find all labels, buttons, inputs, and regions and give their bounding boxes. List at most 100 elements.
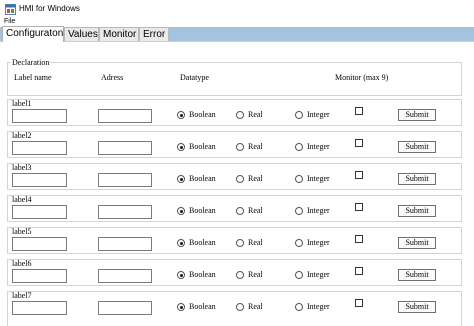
datatype-real-option[interactable]: Real [236, 109, 263, 121]
datatype-boolean-option[interactable]: Boolean [177, 109, 216, 121]
radio-real[interactable] [236, 239, 244, 247]
radio-integer[interactable] [295, 111, 303, 119]
radio-real[interactable] [236, 111, 244, 119]
radio-real[interactable] [236, 303, 244, 311]
declaration-group [7, 62, 462, 96]
monitor-checkbox[interactable] [355, 107, 363, 115]
radio-real-label: Real [248, 142, 263, 151]
window-title: HMI for Windows [19, 4, 80, 13]
header-datatype: Datatype [180, 73, 209, 82]
datatype-integer-option[interactable]: Integer [295, 301, 330, 313]
datatype-boolean-option[interactable]: Boolean [177, 269, 216, 281]
radio-integer[interactable] [295, 271, 303, 279]
monitor-checkbox[interactable] [355, 139, 363, 147]
variable-row-2: label2 Boolean Real Integer Submit [7, 131, 462, 158]
radio-real-label: Real [248, 270, 263, 279]
radio-boolean[interactable] [177, 303, 185, 311]
radio-integer[interactable] [295, 143, 303, 151]
submit-button[interactable]: Submit [398, 301, 436, 313]
address-input[interactable] [98, 237, 152, 251]
header-label-name: Label name [14, 73, 52, 82]
radio-real-label: Real [248, 206, 263, 215]
variable-row-6: label6 Boolean Real Integer Submit [7, 259, 462, 286]
address-input[interactable] [98, 301, 152, 315]
datatype-boolean-option[interactable]: Boolean [177, 173, 216, 185]
datatype-integer-option[interactable]: Integer [295, 237, 330, 249]
tab-error[interactable]: Error [139, 27, 169, 41]
monitor-checkbox[interactable] [355, 203, 363, 211]
radio-real-label: Real [248, 238, 263, 247]
submit-button[interactable]: Submit [398, 141, 436, 153]
address-input[interactable] [98, 269, 152, 283]
datatype-real-option[interactable]: Real [236, 141, 263, 153]
datatype-integer-option[interactable]: Integer [295, 173, 330, 185]
datatype-integer-option[interactable]: Integer [295, 269, 330, 281]
radio-boolean-label: Boolean [189, 142, 216, 151]
radio-integer[interactable] [295, 175, 303, 183]
radio-integer[interactable] [295, 239, 303, 247]
datatype-real-option[interactable]: Real [236, 205, 263, 217]
radio-integer[interactable] [295, 303, 303, 311]
radio-boolean[interactable] [177, 239, 185, 247]
row-label: label7 [12, 291, 32, 300]
submit-button[interactable]: Submit [398, 237, 436, 249]
address-input[interactable] [98, 109, 152, 123]
radio-real-label: Real [248, 302, 263, 311]
label-name-input[interactable] [12, 205, 67, 219]
variable-row-7: label7 Boolean Real Integer Submit [7, 291, 462, 326]
monitor-checkbox[interactable] [355, 171, 363, 179]
app-window-icon [5, 4, 16, 15]
submit-button[interactable]: Submit [398, 205, 436, 217]
label-name-input[interactable] [12, 301, 67, 315]
radio-boolean[interactable] [177, 143, 185, 151]
monitor-checkbox[interactable] [355, 267, 363, 275]
radio-real-label: Real [248, 174, 263, 183]
datatype-boolean-option[interactable]: Boolean [177, 237, 216, 249]
submit-button[interactable]: Submit [398, 109, 436, 121]
submit-button[interactable]: Submit [398, 269, 436, 281]
row-label: label1 [12, 99, 32, 108]
radio-boolean-label: Boolean [189, 206, 216, 215]
datatype-integer-option[interactable]: Integer [295, 109, 330, 121]
datatype-boolean-option[interactable]: Boolean [177, 301, 216, 313]
label-name-input[interactable] [12, 173, 67, 187]
monitor-checkbox[interactable] [355, 299, 363, 307]
label-name-input[interactable] [12, 109, 67, 123]
radio-real[interactable] [236, 175, 244, 183]
radio-real[interactable] [236, 207, 244, 215]
radio-boolean-label: Boolean [189, 110, 216, 119]
datatype-boolean-option[interactable]: Boolean [177, 205, 216, 217]
datatype-integer-option[interactable]: Integer [295, 205, 330, 217]
radio-integer-label: Integer [307, 238, 330, 247]
radio-boolean[interactable] [177, 175, 185, 183]
radio-boolean[interactable] [177, 207, 185, 215]
radio-integer[interactable] [295, 207, 303, 215]
hmi-window: HMI for Windows File Configuraton Values… [0, 0, 474, 326]
datatype-integer-option[interactable]: Integer [295, 141, 330, 153]
label-name-input[interactable] [12, 237, 67, 251]
datatype-real-option[interactable]: Real [236, 173, 263, 185]
address-input[interactable] [98, 173, 152, 187]
datatype-real-option[interactable]: Real [236, 237, 263, 249]
datatype-real-option[interactable]: Real [236, 301, 263, 313]
row-label: label4 [12, 195, 32, 204]
datatype-real-option[interactable]: Real [236, 269, 263, 281]
monitor-checkbox[interactable] [355, 235, 363, 243]
tab-configuration[interactable]: Configuraton [2, 26, 64, 42]
radio-boolean[interactable] [177, 111, 185, 119]
radio-real[interactable] [236, 271, 244, 279]
radio-integer-label: Integer [307, 206, 330, 215]
datatype-boolean-option[interactable]: Boolean [177, 141, 216, 153]
radio-boolean-label: Boolean [189, 174, 216, 183]
address-input[interactable] [98, 205, 152, 219]
tab-monitor[interactable]: Monitor [99, 27, 139, 41]
tab-values[interactable]: Values [64, 27, 99, 41]
radio-boolean[interactable] [177, 271, 185, 279]
label-name-input[interactable] [12, 269, 67, 283]
submit-button[interactable]: Submit [398, 173, 436, 185]
variable-row-3: label3 Boolean Real Integer Submit [7, 163, 462, 190]
variable-row-4: label4 Boolean Real Integer Submit [7, 195, 462, 222]
address-input[interactable] [98, 141, 152, 155]
label-name-input[interactable] [12, 141, 67, 155]
radio-real[interactable] [236, 143, 244, 151]
